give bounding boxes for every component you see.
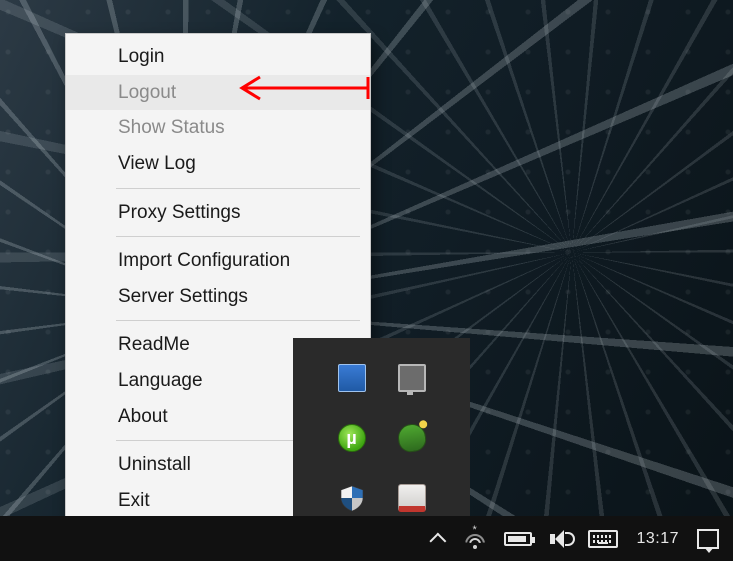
- menu-separator: [116, 236, 360, 237]
- volume-control[interactable]: [550, 516, 570, 561]
- clock[interactable]: 13:17: [636, 516, 679, 561]
- notification-icon: [697, 529, 719, 549]
- show-hidden-icons-button[interactable]: [434, 516, 446, 561]
- menu-item-import-configuration[interactable]: Import Configuration: [66, 243, 370, 279]
- speaker-icon: [550, 530, 570, 548]
- tray-icon-idm[interactable]: [382, 408, 442, 468]
- desktop-background: Login Logout Show Status View Log Proxy …: [0, 0, 733, 561]
- keyboard-icon: [588, 530, 618, 548]
- menu-item-server-settings[interactable]: Server Settings: [66, 279, 370, 315]
- intel-graphics-icon: [338, 364, 366, 392]
- battery-icon: [504, 532, 532, 546]
- chevron-up-icon: [434, 533, 446, 545]
- tray-icon-intel[interactable]: [322, 348, 382, 408]
- menu-separator: [116, 188, 360, 189]
- tray-icon-display[interactable]: [382, 348, 442, 408]
- taskbar: * 13:17: [0, 516, 733, 561]
- menu-item-proxy-settings[interactable]: Proxy Settings: [66, 195, 370, 231]
- display-icon: [398, 364, 426, 392]
- menu-item-view-log[interactable]: View Log: [66, 146, 370, 182]
- system-tray-overflow: µ: [293, 338, 470, 518]
- utorrent-icon: µ: [338, 424, 366, 452]
- input-indicator[interactable]: [588, 516, 618, 561]
- shield-icon: [338, 484, 366, 512]
- battery-status[interactable]: [504, 516, 532, 561]
- menu-separator: [116, 320, 360, 321]
- network-status[interactable]: *: [464, 516, 486, 561]
- menu-item-logout[interactable]: Logout: [66, 75, 370, 111]
- menu-item-show-status[interactable]: Show Status: [66, 110, 370, 146]
- menu-item-login[interactable]: Login: [66, 39, 370, 75]
- idm-icon: [396, 422, 428, 454]
- red-app-icon: [398, 484, 426, 512]
- action-center-button[interactable]: [697, 516, 719, 561]
- wifi-icon: *: [464, 528, 486, 550]
- tray-icon-utorrent[interactable]: µ: [322, 408, 382, 468]
